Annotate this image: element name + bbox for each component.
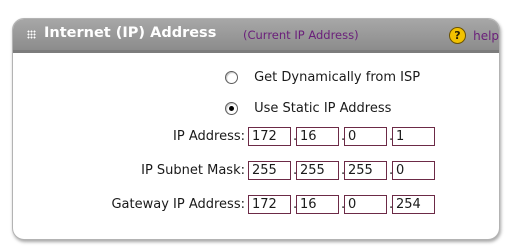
internet-ip-address-panel: Internet (IP) Address (Current IP Addres… — [12, 18, 500, 240]
gateway-octet-4[interactable] — [392, 195, 435, 214]
panel-header: Internet (IP) Address (Current IP Addres… — [13, 19, 499, 53]
ip-address-octet-3[interactable] — [344, 127, 387, 146]
ip-address-octet-4[interactable] — [392, 127, 435, 146]
radio-button-static[interactable] — [225, 102, 238, 115]
ip-address-row: IP Address: . . . — [13, 127, 499, 147]
subnet-mask-octet-4[interactable] — [392, 161, 435, 180]
radio-use-static[interactable]: Use Static IP Address — [225, 98, 391, 116]
radio-button-dynamic[interactable] — [225, 71, 238, 84]
subnet-mask-octet-1[interactable] — [248, 161, 291, 180]
ip-address-octet-1[interactable] — [248, 127, 291, 146]
subnet-mask-octet-3[interactable] — [344, 161, 387, 180]
radio-get-dynamically[interactable]: Get Dynamically from ISP — [225, 67, 420, 85]
ip-address-octet-2[interactable] — [296, 127, 339, 146]
gateway-octet-3[interactable] — [344, 195, 387, 214]
help-icon[interactable]: ? — [449, 27, 466, 44]
gateway-ip-address-row: Gateway IP Address: . . . — [13, 195, 499, 215]
panel-title: Internet (IP) Address — [44, 25, 217, 41]
gateway-ip-address-label: Gateway IP Address: — [111, 197, 245, 212]
help-label[interactable]: help — [473, 29, 499, 43]
subnet-mask-octet-2[interactable] — [296, 161, 339, 180]
gateway-octet-2[interactable] — [296, 195, 339, 214]
ip-address-label: IP Address: — [173, 129, 245, 144]
gateway-octet-1[interactable] — [248, 195, 291, 214]
grip-icon — [27, 30, 36, 39]
radio-label-dynamic[interactable]: Get Dynamically from ISP — [254, 70, 420, 85]
ip-subnet-mask-row: IP Subnet Mask: . . . — [13, 161, 499, 181]
panel-subtitle: (Current IP Address) — [243, 28, 359, 42]
radio-label-static[interactable]: Use Static IP Address — [254, 101, 391, 116]
ip-subnet-mask-label: IP Subnet Mask: — [141, 163, 245, 178]
help-link[interactable]: ? help — [449, 25, 499, 45]
